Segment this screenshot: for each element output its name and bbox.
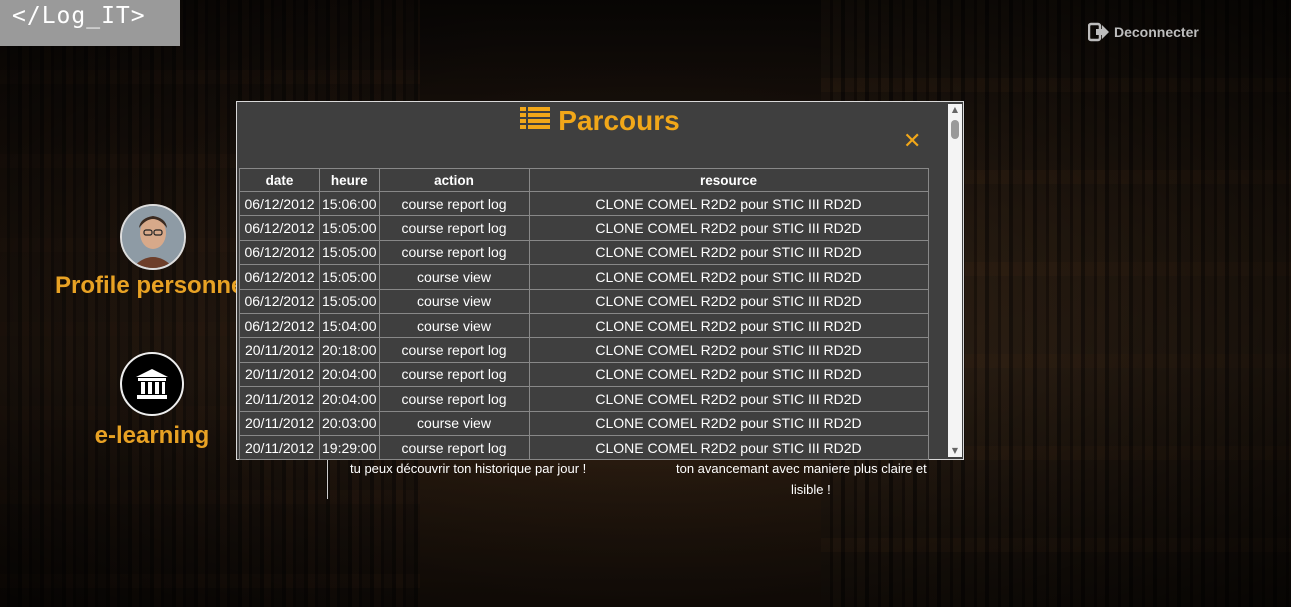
cell-resource: CLONE COMEL R2D2 pour STIC III RD2D: [528, 264, 929, 290]
table-row[interactable]: 20/11/2012 20:03:00 course view CLONE COMEL…: [239, 410, 929, 436]
column-header-date: date: [239, 168, 320, 192]
cell-heure: 19:29:00: [319, 434, 380, 460]
cell-date: 06/12/2012: [239, 312, 320, 339]
menu-item-profile[interactable]: Profile personnel: [55, 204, 251, 300]
cell-action: course view: [378, 410, 530, 436]
logo-text: </Log_IT>: [12, 3, 146, 29]
table-row[interactable]: 06/12/2012 15:05:00 course report log CLONE…: [239, 239, 929, 266]
history-description: tu peux découvrir ton historique par jou…: [350, 461, 587, 476]
table-row[interactable]: 06/12/2012 15:04:00 course view CLONE COMEL…: [239, 312, 929, 339]
cell-action: course report log: [378, 434, 530, 460]
cell-date: 20/11/2012: [239, 386, 320, 412]
cell-date: 06/12/2012: [239, 239, 320, 266]
cell-action: course view: [378, 288, 530, 314]
menu-item-elearning[interactable]: e-learning: [93, 352, 211, 450]
cell-date: 06/12/2012: [239, 215, 320, 241]
table-header-row: date heure action resource: [239, 168, 929, 192]
cell-date: 06/12/2012: [239, 264, 320, 290]
cell-date: 20/11/2012: [239, 434, 320, 460]
cell-action: course view: [378, 312, 530, 339]
close-icon[interactable]: ✕: [903, 129, 921, 154]
cell-heure: 15:05:00: [319, 215, 380, 241]
cell-heure: 15:05:00: [319, 239, 380, 266]
cell-heure: 15:06:00: [319, 190, 380, 217]
cell-action: course view: [378, 264, 530, 290]
cell-date: 20/11/2012: [239, 410, 320, 436]
cell-date: 20/11/2012: [239, 361, 320, 388]
cell-heure: 20:18:00: [319, 337, 380, 363]
column-header-heure: heure: [319, 168, 380, 192]
cell-heure: 20:03:00: [319, 410, 380, 436]
progress-description-line1: ton avancemant avec maniere plus claire …: [676, 461, 927, 476]
table-row[interactable]: 06/12/2012 15:05:00 course view CLONE COMEL…: [239, 264, 929, 290]
cell-heure: 20:04:00: [319, 361, 380, 388]
cell-resource: CLONE COMEL R2D2 pour STIC III RD2D: [528, 288, 929, 314]
logout-button[interactable]: Deconnecter: [1088, 22, 1199, 42]
scroll-up-arrow-icon[interactable]: ▲: [948, 104, 962, 116]
bank-icon: [120, 352, 184, 416]
list-icon: [520, 105, 551, 137]
divider-line: [327, 455, 328, 499]
cell-heure: 15:05:00: [319, 264, 380, 290]
parcours-table-container[interactable]: date heure action resource 06/12/2012 15:…: [237, 165, 934, 460]
cell-heure: 20:04:00: [319, 386, 380, 412]
scrollbar-thumb[interactable]: [951, 120, 959, 139]
table-row[interactable]: 20/11/2012 19:29:00 course report log CLONE…: [239, 434, 929, 460]
parcours-modal: Parcours ✕ date heure action resource 06…: [236, 101, 964, 460]
elearning-label: e-learning: [94, 422, 210, 449]
table-row[interactable]: 20/11/2012 20:04:00 course report log CLONE…: [239, 361, 929, 388]
scroll-down-arrow-icon[interactable]: ▼: [948, 445, 962, 457]
cell-resource: CLONE COMEL R2D2 pour STIC III RD2D: [528, 215, 929, 241]
cell-resource: CLONE COMEL R2D2 pour STIC III RD2D: [528, 386, 929, 412]
cell-action: course report log: [378, 215, 530, 241]
modal-title-text: Parcours: [558, 105, 680, 136]
table-row[interactable]: 06/12/2012 15:05:00 course report log CLONE…: [239, 215, 929, 241]
cell-heure: 15:05:00: [319, 288, 380, 314]
cell-action: course report log: [378, 190, 530, 217]
cell-resource: CLONE COMEL R2D2 pour STIC III RD2D: [528, 312, 929, 339]
column-header-resource: resource: [528, 168, 929, 192]
parcours-table: date heure action resource 06/12/2012 15:…: [239, 168, 929, 460]
table-row[interactable]: 06/12/2012 15:05:00 course view CLONE COMEL…: [239, 288, 929, 314]
logout-label: Deconnecter: [1114, 24, 1199, 40]
table-row[interactable]: 20/11/2012 20:04:00 course report log CLONE…: [239, 386, 929, 412]
avatar: [120, 204, 187, 270]
table-row[interactable]: 06/12/2012 15:06:00 course report log CLONE…: [239, 190, 929, 217]
profile-label: Profile personnel: [55, 272, 252, 299]
app-logo[interactable]: </Log_IT>: [0, 0, 180, 46]
table-row[interactable]: 20/11/2012 20:18:00 course report log CLONE…: [239, 337, 929, 363]
cell-date: 06/12/2012: [239, 288, 320, 314]
cell-date: 20/11/2012: [239, 337, 320, 363]
cell-resource: CLONE COMEL R2D2 pour STIC III RD2D: [528, 410, 929, 436]
progress-description: ton avancemant avec maniere plus claire …: [676, 461, 966, 497]
cell-resource: CLONE COMEL R2D2 pour STIC III RD2D: [528, 361, 929, 388]
cell-action: course report log: [378, 239, 530, 266]
logout-icon: [1088, 22, 1110, 42]
cell-resource: CLONE COMEL R2D2 pour STIC III RD2D: [528, 337, 929, 363]
cell-resource: CLONE COMEL R2D2 pour STIC III RD2D: [528, 434, 929, 460]
cell-action: course report log: [378, 337, 530, 363]
modal-scrollbar[interactable]: ▲ ▼: [948, 104, 962, 457]
cell-action: course report log: [378, 361, 530, 388]
cell-date: 06/12/2012: [239, 190, 320, 217]
cell-heure: 15:04:00: [319, 312, 380, 339]
cell-action: course report log: [378, 386, 530, 412]
progress-description-line2: lisible !: [791, 482, 831, 497]
cell-resource: CLONE COMEL R2D2 pour STIC III RD2D: [528, 190, 929, 217]
modal-title: Parcours: [237, 105, 963, 137]
column-header-action: action: [378, 168, 530, 192]
cell-resource: CLONE COMEL R2D2 pour STIC III RD2D: [528, 239, 929, 266]
